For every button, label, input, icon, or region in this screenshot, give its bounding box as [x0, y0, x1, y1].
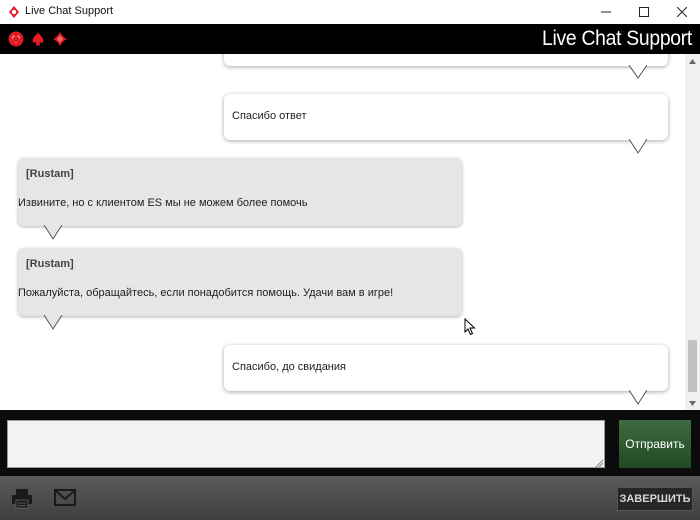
chat-message-user — [224, 54, 668, 66]
message-text: Спасибо, до свидания — [232, 361, 346, 373]
scroll-up-arrow-icon[interactable] — [685, 54, 700, 68]
chat-message-agent: [Rustam] Пожалуйста, обращайтесь, если п… — [18, 248, 462, 316]
window-title: Live Chat Support — [25, 5, 114, 17]
scrollbar-thumb[interactable] — [688, 340, 697, 392]
message-text: Извините, но с клиентом ES мы не можем б… — [18, 197, 308, 209]
spade-icon — [32, 32, 44, 46]
resize-grip-icon[interactable] — [594, 458, 603, 467]
close-button[interactable] — [664, 0, 700, 24]
bubble-tail — [629, 390, 647, 405]
chat-message-user: Спасибо, до свидания — [224, 345, 668, 391]
diamond-icon — [53, 32, 67, 46]
bubble-tail — [629, 139, 647, 154]
chat-transcript: Спасибо ответ [Rustam] Извините, но с кл… — [0, 54, 700, 410]
chat-message-user: Спасибо ответ — [224, 94, 668, 140]
message-input[interactable] — [7, 420, 605, 468]
mouse-cursor-icon — [464, 318, 476, 336]
compose-area: Отправить — [0, 410, 700, 476]
bottom-toolbar: ЗАВЕРШИТЬ — [0, 476, 700, 520]
maximize-button[interactable] — [626, 0, 662, 24]
bubble-tail — [44, 315, 62, 330]
message-sender: [Rustam] — [26, 258, 74, 270]
chat-scrollbar[interactable] — [685, 54, 700, 410]
message-text: Спасибо ответ — [232, 110, 307, 122]
end-chat-button[interactable]: ЗАВЕРШИТЬ — [617, 487, 693, 511]
message-text: Пожалуйста, обращайтесь, если понадобитс… — [18, 287, 394, 299]
heart-icon — [8, 31, 24, 47]
app-logo-icon — [9, 6, 19, 18]
send-button[interactable]: Отправить — [619, 420, 691, 468]
header-title: Live Chat Support — [542, 27, 692, 50]
envelope-icon[interactable] — [54, 489, 76, 506]
message-sender: [Rustam] — [26, 168, 74, 180]
chat-message-agent: [Rustam] Извините, но с клиентом ES мы н… — [18, 158, 462, 226]
printer-icon[interactable] — [11, 487, 33, 509]
window-titlebar: Live Chat Support — [0, 0, 700, 24]
bubble-tail — [44, 225, 62, 240]
scroll-down-arrow-icon[interactable] — [685, 396, 700, 410]
chat-header: Live Chat Support — [0, 24, 700, 54]
minimize-button[interactable] — [588, 0, 624, 24]
bubble-tail — [629, 65, 647, 79]
